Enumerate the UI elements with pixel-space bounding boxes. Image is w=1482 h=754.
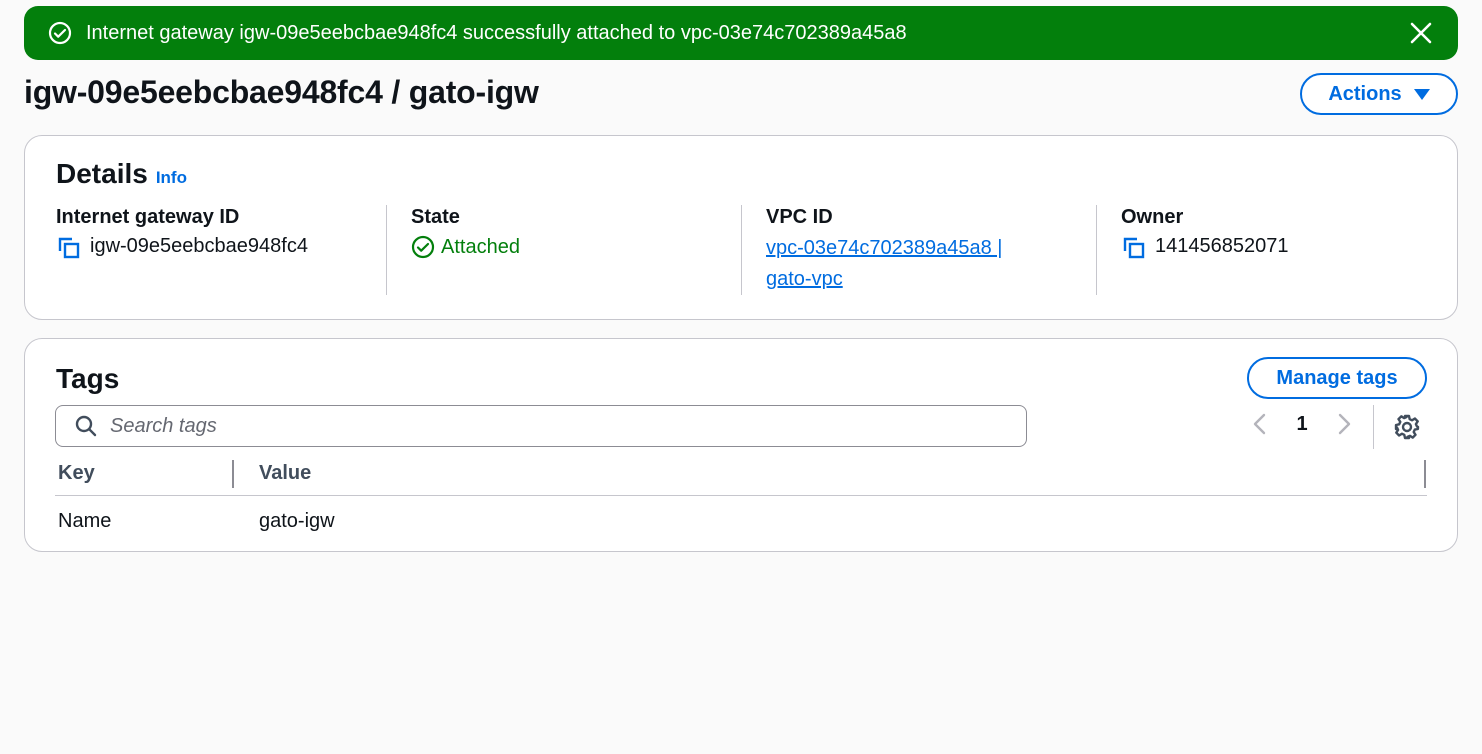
- column-header-value[interactable]: Value: [259, 462, 311, 485]
- detail-igw-id: Internet gateway ID igw-09e5eebcbae948fc…: [56, 206, 376, 296]
- tags-heading: Tags: [56, 363, 120, 394]
- gear-icon[interactable]: [1393, 413, 1421, 441]
- column-resizer[interactable]: [232, 460, 234, 488]
- page-title: igw-09e5eebcbae948fc4 / gato-igw: [24, 74, 539, 110]
- table-cell-value: gato-igw: [259, 510, 335, 532]
- flash-message: Internet gateway igw-09e5eebcbae948fc4 s…: [86, 21, 907, 44]
- igw-id-value: igw-09e5eebcbae948fc4: [90, 235, 308, 257]
- search-tags-field[interactable]: [55, 405, 1027, 447]
- owner-value: 141456852071: [1155, 235, 1289, 257]
- detail-owner: Owner 141456852071: [1121, 206, 1441, 296]
- success-check-circle-icon: [411, 235, 435, 259]
- state-value: Attached: [441, 235, 520, 258]
- chevron-left-icon[interactable]: [1247, 411, 1273, 437]
- details-heading-text: Details: [56, 158, 148, 189]
- detail-state: State Attached: [411, 206, 731, 296]
- info-link[interactable]: Info: [156, 168, 187, 187]
- vpc-link[interactable]: vpc-03e74c702389a45a8 | gato-vpc: [766, 233, 1036, 295]
- column-resizer[interactable]: [1424, 460, 1426, 488]
- tags-panel: Tags Manage tags 1 Key Value Name gato-i…: [24, 338, 1458, 552]
- status-indicator: Attached: [411, 235, 520, 259]
- column-divider: [741, 205, 742, 295]
- column-divider: [1096, 205, 1097, 295]
- chevron-right-icon[interactable]: [1331, 411, 1357, 437]
- details-panel: Details Info Internet gateway ID igw-09e5…: [24, 135, 1458, 320]
- actions-dropdown-button[interactable]: Actions: [1300, 73, 1458, 115]
- search-icon: [74, 414, 98, 438]
- caret-down-icon: [1413, 88, 1430, 100]
- page-number[interactable]: 1: [1273, 413, 1331, 436]
- success-flashbar: Internet gateway igw-09e5eebcbae948fc4 s…: [24, 6, 1458, 60]
- column-divider: [386, 205, 387, 295]
- manage-tags-button[interactable]: Manage tags: [1247, 357, 1427, 399]
- detail-label: VPC ID: [766, 206, 833, 228]
- close-icon[interactable]: [1408, 20, 1434, 46]
- table-cell-key: Name: [58, 510, 112, 532]
- detail-label: Owner: [1121, 206, 1184, 228]
- table-header-divider: [55, 495, 1427, 496]
- success-check-circle-icon: [48, 21, 72, 45]
- detail-label: Internet gateway ID: [56, 206, 240, 228]
- detail-vpc-id: VPC ID vpc-03e74c702389a45a8 | gato-vpc: [766, 206, 1086, 296]
- pagination: 1: [1247, 411, 1357, 437]
- search-input[interactable]: [110, 414, 990, 438]
- copy-icon[interactable]: [56, 235, 82, 261]
- detail-label: State: [411, 206, 460, 228]
- pager-divider: [1373, 405, 1374, 449]
- copy-icon[interactable]: [1121, 235, 1147, 261]
- column-header-key[interactable]: Key: [58, 462, 95, 485]
- actions-label: Actions: [1328, 82, 1402, 105]
- details-heading: Details Info: [56, 158, 187, 190]
